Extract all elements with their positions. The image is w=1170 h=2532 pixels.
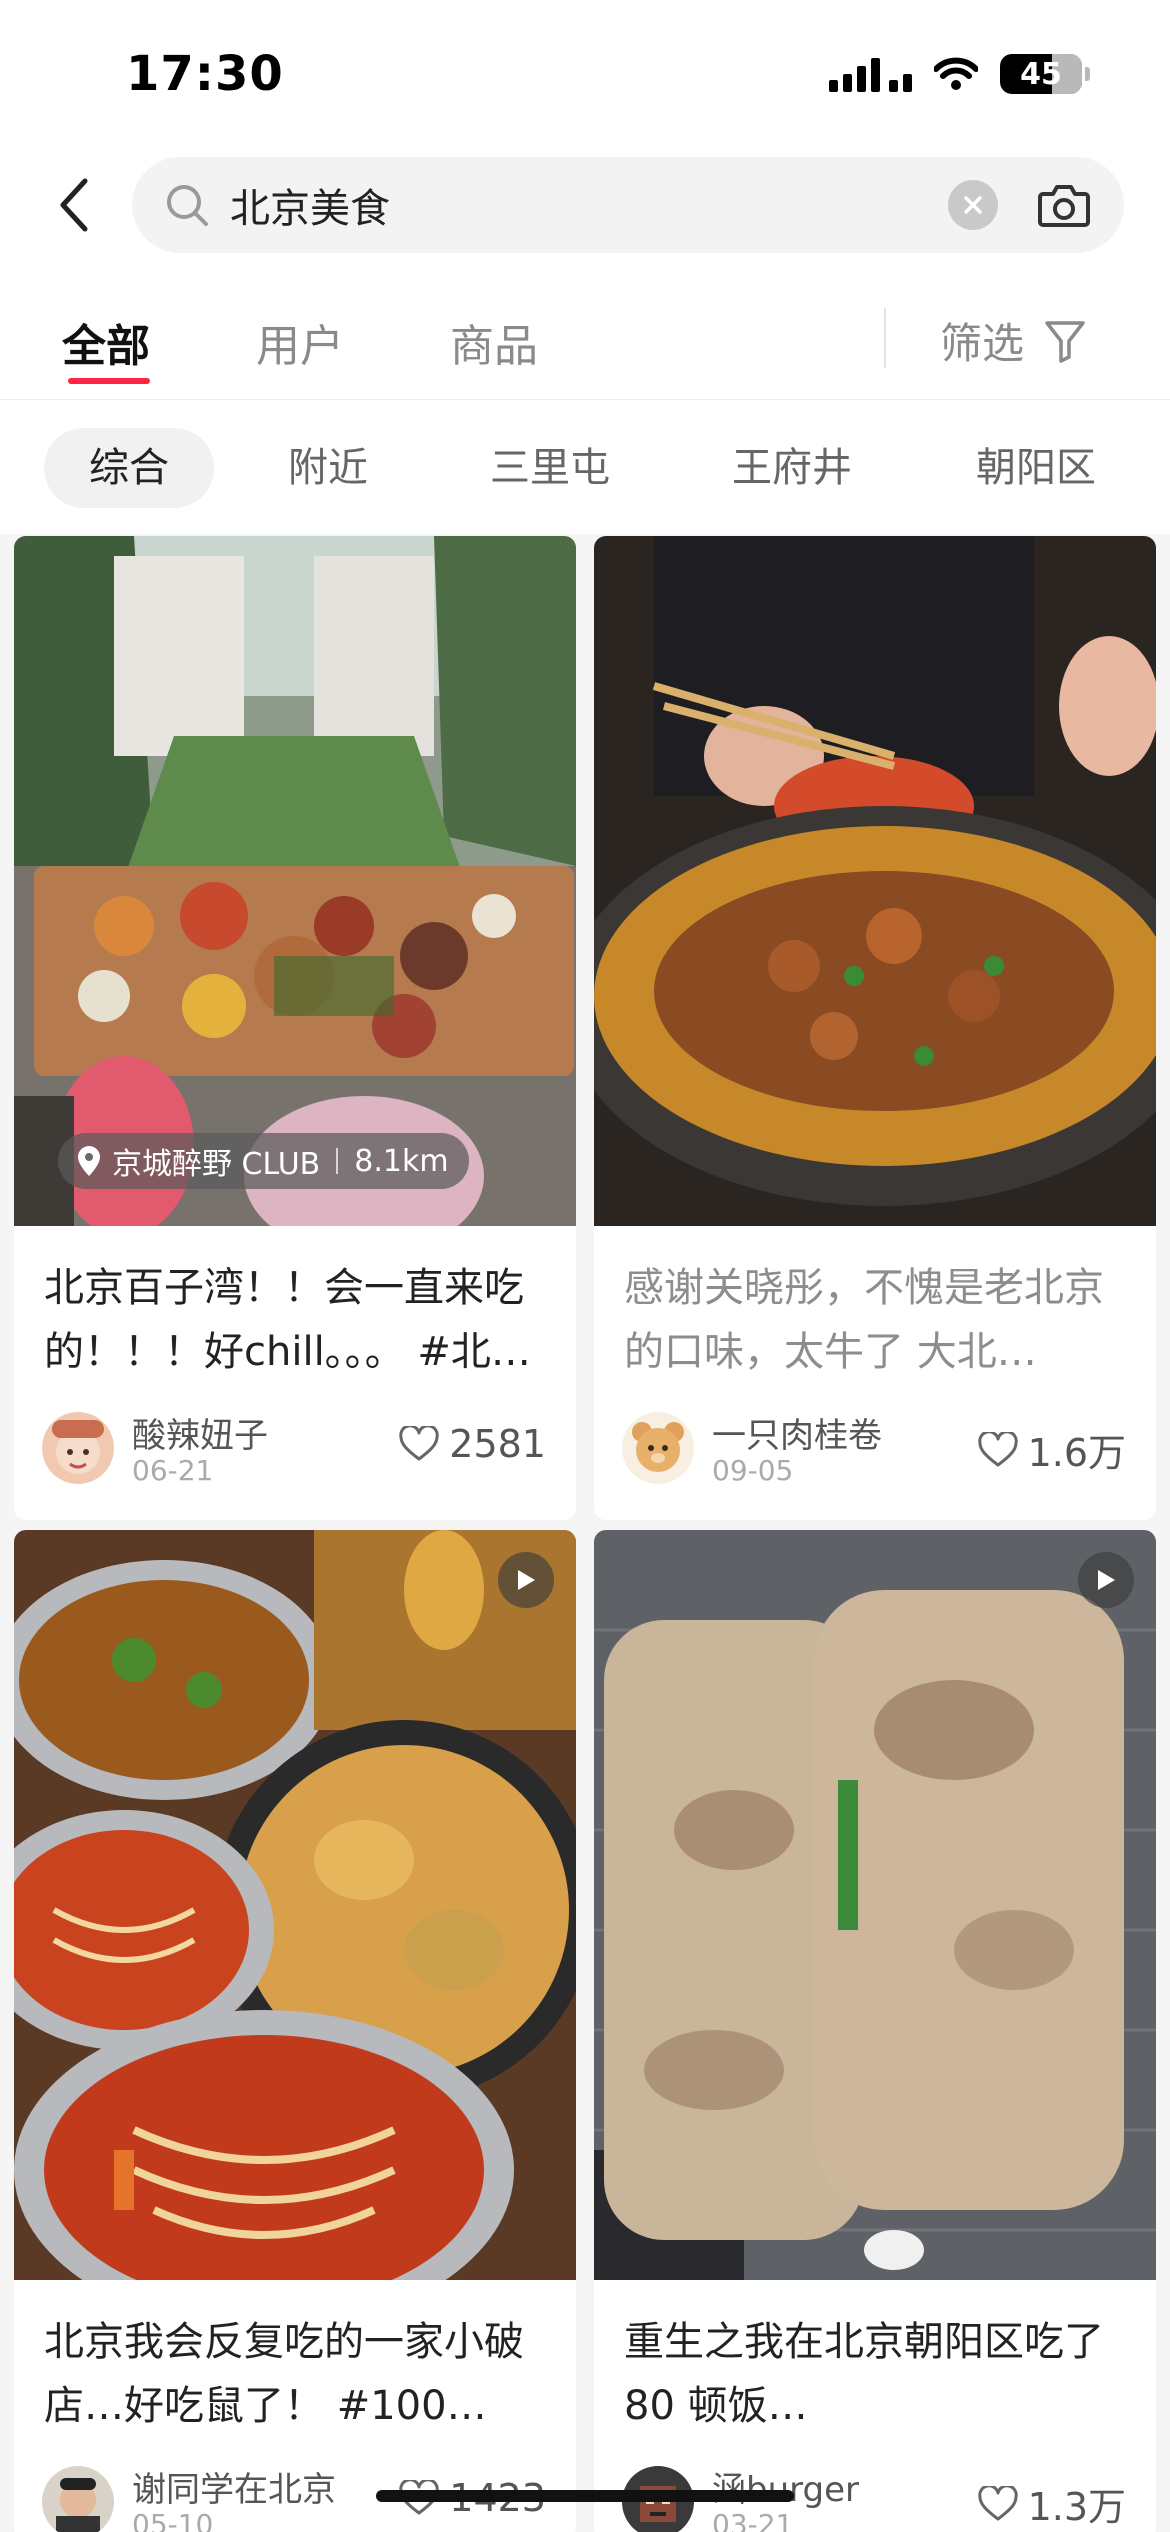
search-input[interactable]: 北京美食: [132, 157, 1124, 253]
note-meta: 一只肉桂卷 09-05 1.6万: [594, 1384, 1156, 1494]
camera-search-button[interactable]: [1034, 175, 1094, 235]
home-indicator[interactable]: [376, 2490, 794, 2502]
note-card[interactable]: 感谢关晓彤，不愧是老北京的口味，太牛了 大北… 一只肉桂卷 09-05 1.6万: [594, 536, 1156, 1520]
note-title: 北京我会反复吃的一家小破店…好吃鼠了！ #100…: [44, 2319, 524, 2429]
play-icon: [1098, 1570, 1115, 1590]
tab-products[interactable]: 商品: [450, 310, 538, 374]
back-button[interactable]: [44, 175, 104, 235]
author-name[interactable]: 酸辣妞子: [132, 1408, 268, 1457]
clear-search-button[interactable]: [948, 180, 998, 230]
filter-button[interactable]: 筛选: [940, 310, 1086, 371]
active-tab-indicator: [68, 378, 150, 384]
chip-comprehensive[interactable]: 综合: [44, 428, 214, 508]
like-button[interactable]: 2581: [399, 1422, 546, 1466]
note-title: 感谢关晓彤，不愧是老北京的口味，太牛了 大北…: [624, 1265, 1104, 1375]
like-count: 2581: [449, 1422, 546, 1466]
filter-chips: 综合 附近 三里屯 王府井 朝阳区: [0, 428, 1170, 512]
note-title: 重生之我在北京朝阳区吃了 80 顿饭…: [624, 2319, 1104, 2429]
tab-users[interactable]: 用户: [256, 310, 344, 374]
note-card[interactable]: 重生之我在北京朝阳区吃了 80 顿饭… 涵burger 03-21 1.3万: [594, 1530, 1156, 2532]
battery-level: 45: [1020, 56, 1062, 92]
filter-icon: [1045, 320, 1085, 363]
play-icon: [518, 1570, 535, 1590]
note-feed: 京城醉野 CLUB 8.1km 北京百子湾！！会一直来吃的！！！好chill。。…: [0, 534, 1170, 2532]
author-name[interactable]: 涵burger: [712, 2462, 859, 2511]
note-cover-image: [14, 1530, 576, 2280]
location-badge[interactable]: 京城醉野 CLUB 8.1km: [58, 1133, 469, 1189]
note-title: 北京百子湾！！会一直来吃的！！！好chill。。。 #北…: [44, 1265, 531, 1375]
note-cover-image: 京城醉野 CLUB 8.1km: [14, 536, 576, 1226]
note-meta: 酸辣妞子 06-21 2581: [14, 1384, 576, 1494]
video-badge: [1078, 1552, 1134, 1608]
note-cover-image: [594, 1530, 1156, 2280]
note-card[interactable]: 北京我会反复吃的一家小破店…好吃鼠了！ #100… 谢同学在北京 05-10 1…: [14, 1530, 576, 2532]
tab-all[interactable]: 全部: [62, 310, 150, 374]
post-date: 03-21: [712, 2508, 794, 2532]
search-icon: [162, 180, 212, 230]
chip-nearby[interactable]: 附近: [258, 428, 398, 508]
camera-icon: [1038, 185, 1090, 227]
tabs-divider: [884, 308, 886, 368]
main-tabs: 全部 用户 商品 筛选: [0, 290, 1170, 400]
heart-icon: [399, 1426, 439, 1461]
chip-sanlitun[interactable]: 三里屯: [470, 428, 630, 508]
video-badge: [498, 1552, 554, 1608]
author-name[interactable]: 谢同学在北京: [132, 2462, 336, 2511]
battery-icon: 45: [1000, 54, 1090, 94]
like-count: 1.3万: [1027, 2485, 1126, 2529]
note-meta: 涵burger 03-21 1.3万: [594, 2438, 1156, 2532]
chip-chaoyang[interactable]: 朝阳区: [956, 428, 1116, 508]
cellular-signal-icon: [829, 56, 912, 92]
status-bar: 17:30 45: [0, 0, 1170, 150]
chip-wangfujing[interactable]: 王府井: [712, 428, 872, 508]
post-date: 06-21: [132, 1454, 214, 1487]
like-button[interactable]: 1.3万: [977, 2476, 1126, 2531]
heart-icon: [977, 1431, 1018, 1466]
wifi-icon: [934, 57, 978, 90]
chevron-left-icon: [60, 178, 88, 232]
filter-label: 筛选: [940, 319, 1025, 368]
search-row: 北京美食: [0, 155, 1170, 255]
note-meta: 谢同学在北京 05-10 1423: [14, 2438, 576, 2532]
location-name: 京城醉野 CLUB: [112, 1147, 321, 1182]
note-cover-image: [594, 536, 1156, 1226]
search-query[interactable]: 北京美食: [230, 176, 948, 234]
location-distance: 8.1km: [354, 1143, 449, 1179]
avatar[interactable]: [622, 1412, 694, 1484]
author-name[interactable]: 一只肉桂卷: [712, 1408, 882, 1457]
status-icons: 45: [829, 54, 1090, 94]
location-pin-icon: [78, 1146, 100, 1176]
avatar[interactable]: [42, 2466, 114, 2532]
avatar[interactable]: [42, 1412, 114, 1484]
status-time: 17:30: [126, 46, 284, 102]
heart-icon: [977, 2485, 1018, 2520]
like-button[interactable]: 1.6万: [977, 1422, 1126, 1477]
like-count: 1.6万: [1027, 1431, 1126, 1475]
post-date: 05-10: [132, 2508, 214, 2532]
note-card[interactable]: 京城醉野 CLUB 8.1km 北京百子湾！！会一直来吃的！！！好chill。。…: [14, 536, 576, 1520]
post-date: 09-05: [712, 1454, 794, 1487]
close-icon: [964, 196, 982, 214]
